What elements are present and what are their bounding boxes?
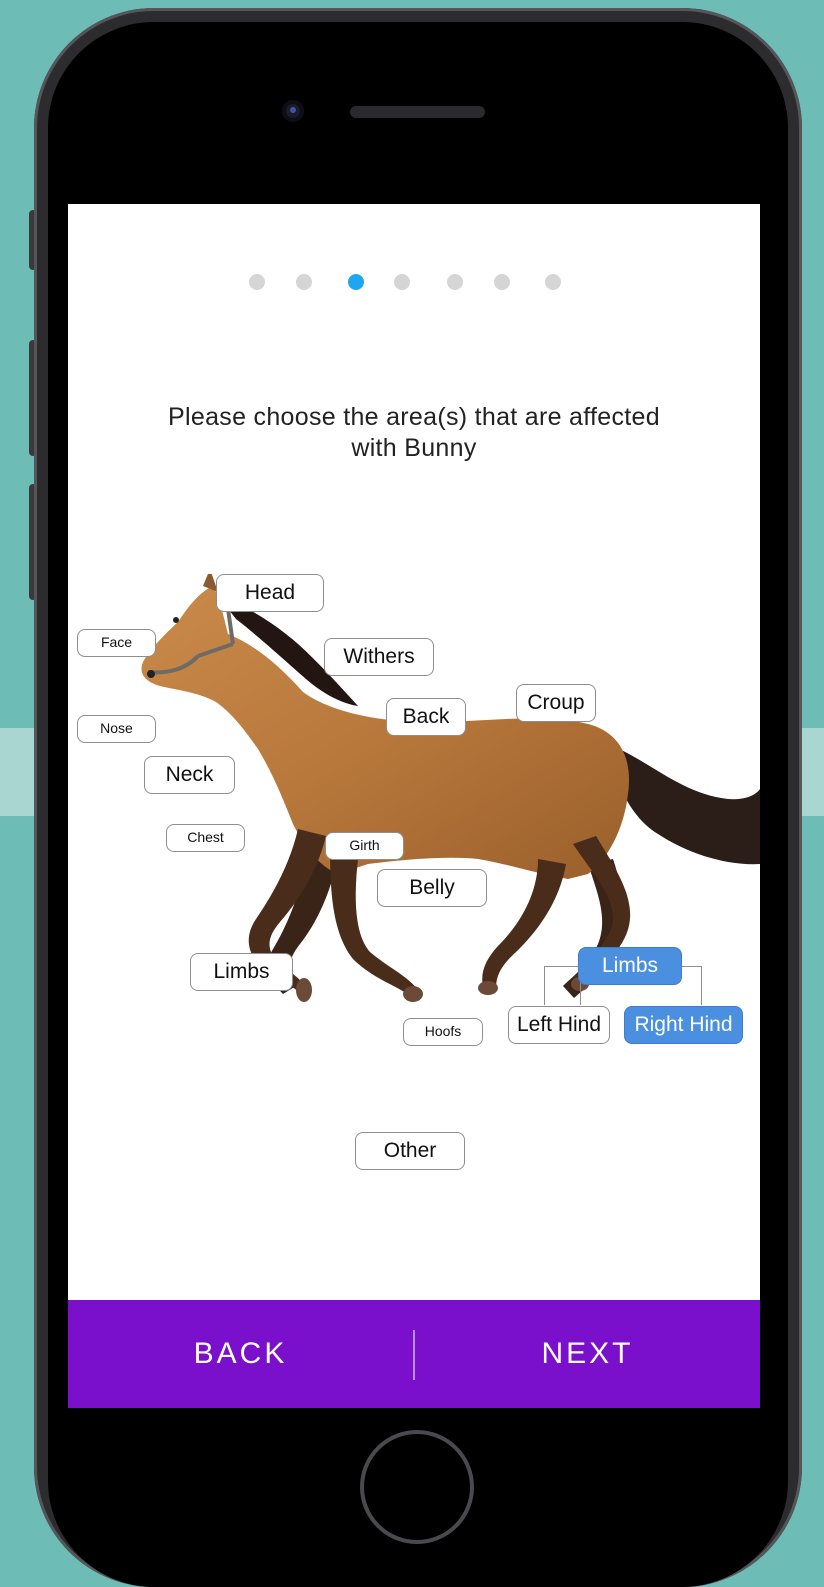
page-dot — [447, 274, 463, 290]
page-dot — [545, 274, 561, 290]
question-text: Please choose the area(s) that are affec… — [128, 402, 700, 464]
tag-croup[interactable]: Croup — [516, 684, 596, 722]
tag-withers[interactable]: Withers — [324, 638, 434, 676]
earpiece-speaker — [350, 106, 485, 118]
connector-left-hind — [544, 966, 581, 1005]
question-line-2: with Bunny — [351, 434, 477, 462]
home-button[interactable] — [360, 1430, 474, 1544]
question-line-1: Please choose the area(s) that are affec… — [168, 403, 660, 431]
page-dot — [249, 274, 265, 290]
tag-neck[interactable]: Neck — [144, 756, 235, 794]
page-dot — [394, 274, 410, 290]
tag-nose[interactable]: Nose — [77, 715, 156, 743]
tag-belly[interactable]: Belly — [377, 869, 487, 907]
tag-chest[interactable]: Chest — [166, 824, 245, 852]
tag-front-limbs[interactable]: Limbs — [190, 953, 293, 991]
tag-head[interactable]: Head — [216, 574, 324, 612]
tag-left-hind[interactable]: Left Hind — [508, 1006, 610, 1044]
tag-hoofs[interactable]: Hoofs — [403, 1018, 483, 1046]
connector-right-hind — [680, 966, 702, 1005]
tag-hind-limbs-selected[interactable]: Limbs — [578, 947, 682, 985]
tag-girth[interactable]: Girth — [325, 832, 404, 860]
back-button[interactable]: BACK — [68, 1300, 413, 1408]
tag-other[interactable]: Other — [355, 1132, 465, 1170]
app-screen: Please choose the area(s) that are affec… — [68, 204, 760, 1408]
page-dot-active — [348, 274, 364, 290]
page-indicator — [68, 274, 760, 290]
tag-back[interactable]: Back — [386, 698, 466, 736]
page-dot — [296, 274, 312, 290]
footer-bar: BACK NEXT — [68, 1300, 760, 1408]
next-button[interactable]: NEXT — [415, 1300, 760, 1408]
page-dot — [494, 274, 510, 290]
front-camera — [282, 100, 304, 122]
tag-right-hind-selected[interactable]: Right Hind — [624, 1006, 743, 1044]
tag-face[interactable]: Face — [77, 629, 156, 657]
